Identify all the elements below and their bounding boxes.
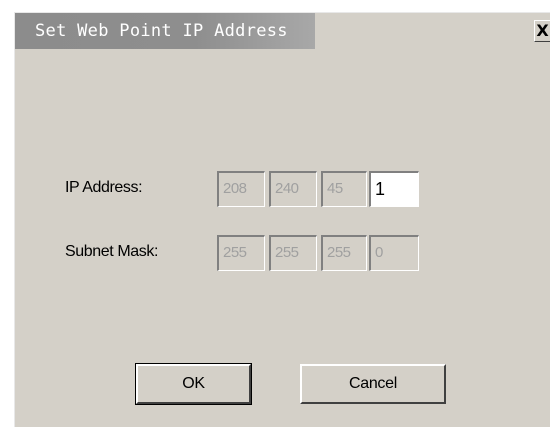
title-bar: Set Web Point IP Address X [15, 13, 550, 49]
cancel-button[interactable]: Cancel [300, 364, 446, 404]
subnet-mask-octet-1[interactable]: 255 [217, 235, 265, 271]
dialog-title: Set Web Point IP Address [35, 21, 288, 41]
subnet-mask-octet-3[interactable]: 255 [321, 235, 367, 271]
subnet-mask-octet-2[interactable]: 255 [269, 235, 317, 271]
ip-address-octet-1[interactable]: 208 [217, 171, 265, 207]
ip-address-octet-2[interactable]: 240 [269, 171, 317, 207]
close-icon: X [536, 21, 549, 40]
subnet-mask-label: Subnet Mask: [65, 243, 159, 260]
ip-address-octet-4[interactable]: 1 [369, 171, 419, 207]
ip-address-dialog: Set Web Point IP Address X IP Address: 2… [14, 12, 550, 427]
ip-address-octet-3[interactable]: 45 [321, 171, 367, 207]
ok-button[interactable]: OK [135, 363, 252, 405]
close-button[interactable]: X [534, 20, 550, 42]
ip-address-label: IP Address: [65, 179, 143, 196]
subnet-mask-octet-4[interactable]: 0 [369, 235, 419, 271]
